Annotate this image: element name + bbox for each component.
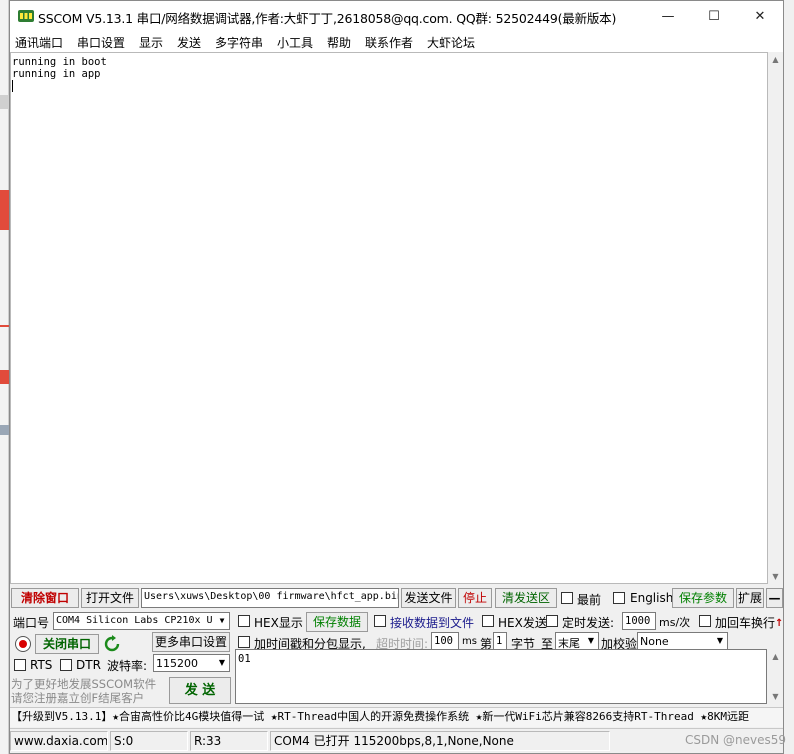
add-crlf-checkbox[interactable] [699, 615, 711, 627]
checksum-value: None [640, 635, 669, 648]
window-title: SSCOM V5.13.1 串口/网络数据调试器,作者:大虾丁丁,2618058… [38, 11, 617, 26]
interval-unit-label: ms/次 [659, 616, 691, 629]
status-port-state: COM4 已打开 115200bps,8,1,None,None [270, 731, 610, 751]
end-position-select[interactable]: 末尾 ▼ [555, 632, 599, 650]
watermark: CSDN @neves59 [684, 733, 786, 747]
title-bar: SSCOM V5.13.1 串口/网络数据调试器,作者:大虾丁丁,2618058… [10, 1, 783, 32]
stop-button[interactable]: 停止 [458, 588, 492, 608]
close-port-button[interactable]: 关闭串口 [35, 634, 99, 654]
receive-line: running in app [12, 68, 101, 80]
send-text-area[interactable]: 01 [235, 649, 767, 704]
timed-send-checkbox[interactable] [546, 615, 558, 627]
topmost-label: 最前 [577, 593, 602, 607]
checksum-select[interactable]: None ▼ [637, 632, 728, 650]
chevron-down-icon: ▼ [215, 613, 229, 629]
background-window-strip-right [784, 0, 794, 754]
clear-send-area-button[interactable]: 清发送区 [495, 588, 557, 608]
status-sent-count: S:0 [110, 731, 188, 751]
menu-tools[interactable]: 小工具 [277, 34, 313, 51]
receive-scrollbar[interactable]: ▲ ▼ [768, 52, 783, 584]
chevron-down-icon: ▼ [215, 655, 229, 671]
hex-display-label: HEX显示 [254, 616, 303, 630]
send-button[interactable]: 发 送 [169, 677, 231, 704]
save-params-button[interactable]: 保存参数 [672, 588, 734, 608]
rts-checkbox[interactable] [14, 659, 26, 671]
expand-button[interactable]: 扩展 [736, 588, 764, 608]
english-checkbox[interactable] [613, 592, 625, 604]
timeout-input[interactable]: 100 [431, 632, 459, 650]
scroll-down-arrow-icon[interactable]: ▼ [768, 689, 783, 704]
file-path-input[interactable]: Users\xuws\Desktop\00 firmware\hfct_app.… [141, 588, 399, 608]
send-scrollbar[interactable]: ▲ ▼ [768, 649, 783, 704]
hex-send-checkbox[interactable] [482, 615, 494, 627]
promo-ticker[interactable]: 【升级到V5.13.1】★合宙高性价比4G模块值得一试 ★RT-Thread中国… [10, 707, 783, 727]
port-select[interactable]: COM4 Silicon Labs CP210x U ▼ [53, 612, 230, 630]
recv-to-file-checkbox[interactable] [374, 615, 386, 627]
byte-index-input[interactable]: 1 [493, 632, 507, 650]
open-file-button[interactable]: 打开文件 [81, 588, 139, 608]
send-content: 01 [238, 653, 251, 665]
menu-help[interactable]: 帮助 [327, 34, 351, 51]
add-crlf-label: 加回车换行 [715, 616, 776, 630]
maximize-button[interactable]: ☐ [691, 1, 737, 32]
english-label: English [630, 591, 674, 605]
status-website[interactable]: www.daxia.com [10, 731, 108, 751]
save-data-button[interactable]: 保存数据 [306, 612, 368, 632]
dtr-label: DTR [76, 658, 101, 672]
status-bar: www.daxia.com S:0 R:33 COM4 已打开 115200bp… [10, 728, 783, 753]
background-window-strip [0, 0, 9, 754]
port-status-icon [15, 636, 31, 652]
rts-label: RTS [30, 658, 53, 672]
sscom-app-icon [18, 10, 34, 22]
hex-send-label: HEX发送 [498, 616, 547, 630]
refresh-icon[interactable] [103, 635, 121, 653]
status-received-count: R:33 [190, 731, 268, 751]
sscom-window: SSCOM V5.13.1 串口/网络数据调试器,作者:大虾丁丁,2618058… [9, 0, 784, 754]
collapse-button[interactable]: — [766, 588, 783, 608]
timestamp-checkbox[interactable] [238, 636, 250, 648]
baud-rate-label: 波特率: [107, 659, 148, 673]
dtr-checkbox[interactable] [60, 659, 72, 671]
scroll-down-arrow-icon[interactable]: ▼ [768, 569, 783, 584]
menu-send[interactable]: 发送 [177, 34, 201, 51]
chevron-down-icon: ▼ [584, 633, 598, 649]
menu-contact-author[interactable]: 联系作者 [365, 34, 413, 51]
send-file-button[interactable]: 发送文件 [401, 588, 456, 608]
more-serial-settings-button[interactable]: 更多串口设置 [152, 632, 230, 652]
port-select-value: COM4 Silicon Labs CP210x U [56, 615, 213, 626]
receive-line: running in boot [12, 56, 107, 68]
interval-input[interactable]: 1000 [622, 612, 656, 630]
menu-forum[interactable]: 大虾论坛 [427, 34, 475, 51]
warning-marker: ↑ [775, 618, 784, 629]
promo-line-2[interactable]: 请您注册嘉立创F结尾客户 [11, 690, 144, 706]
minimize-button[interactable]: — [645, 1, 691, 32]
text-caret [12, 80, 13, 92]
menu-serial-settings[interactable]: 串口设置 [77, 34, 125, 51]
topmost-checkbox[interactable] [561, 592, 573, 604]
menu-comm-port[interactable]: 通讯端口 [15, 34, 63, 51]
menu-bar: 通讯端口 串口设置 显示 发送 多字符串 小工具 帮助 联系作者 大虾论坛 [10, 32, 783, 52]
chevron-down-icon: ▼ [713, 633, 727, 649]
menu-multi-string[interactable]: 多字符串 [215, 34, 263, 51]
recv-to-file-label: 接收数据到文件 [390, 616, 475, 630]
port-label: 端口号 [13, 616, 50, 630]
scroll-up-arrow-icon[interactable]: ▲ [768, 52, 783, 67]
menu-display[interactable]: 显示 [139, 34, 163, 51]
timeout-unit-label: ms [462, 636, 477, 647]
receive-text-area[interactable]: running in boot running in app [10, 52, 768, 584]
hex-display-checkbox[interactable] [238, 615, 250, 627]
clear-window-button[interactable]: 清除窗口 [11, 588, 79, 608]
scroll-up-arrow-icon[interactable]: ▲ [768, 649, 783, 664]
timed-send-label: 定时发送: [562, 616, 615, 630]
baud-rate-select[interactable]: 115200 ▼ [153, 654, 230, 672]
baud-rate-value: 115200 [156, 657, 198, 670]
close-button[interactable]: ✕ [737, 1, 783, 32]
